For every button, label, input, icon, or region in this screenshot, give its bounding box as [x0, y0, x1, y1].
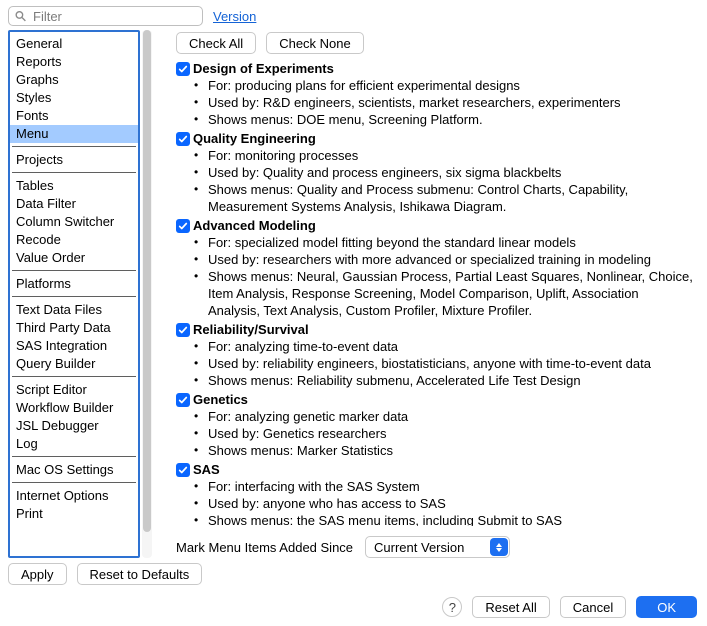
category-header: Genetics	[170, 391, 693, 407]
category: GeneticsFor: analyzing genetic marker da…	[170, 391, 693, 459]
category-checkbox[interactable]	[176, 62, 190, 76]
mark-label: Mark Menu Items Added Since	[176, 540, 353, 555]
mark-version-value: Current Version	[374, 540, 464, 555]
check-all-button[interactable]: Check All	[176, 32, 256, 54]
sidebar-item-reports[interactable]: Reports	[10, 53, 138, 71]
categories-pane: Design of ExperimentsFor: producing plan…	[170, 60, 699, 526]
category-bullets: For: monitoring processesUsed by: Qualit…	[170, 147, 693, 215]
sidebar-item-projects[interactable]: Projects	[10, 151, 138, 169]
sidebar-item-log[interactable]: Log	[10, 435, 138, 453]
category-bullet: Shows menus: the SAS menu items, includi…	[194, 512, 693, 526]
category-bullet: For: monitoring processes	[194, 147, 693, 164]
category-bullet: For: specialized model fitting beyond th…	[194, 234, 693, 251]
help-button[interactable]: ?	[442, 597, 462, 617]
sidebar-item-data-filter[interactable]: Data Filter	[10, 195, 138, 213]
category-bullet: Used by: anyone who has access to SAS	[194, 495, 693, 512]
select-stepper-icon	[490, 538, 508, 556]
sidebar-item-internet-options[interactable]: Internet Options	[10, 487, 138, 505]
category: Design of ExperimentsFor: producing plan…	[170, 60, 693, 128]
category-title: Genetics	[193, 392, 248, 407]
category-bullets: For: interfacing with the SAS SystemUsed…	[170, 478, 693, 526]
sidebar-item-fonts[interactable]: Fonts	[10, 107, 138, 125]
cancel-button[interactable]: Cancel	[560, 596, 626, 618]
category-header: Advanced Modeling	[170, 217, 693, 233]
sidebar-item-value-order[interactable]: Value Order	[10, 249, 138, 267]
sidebar-item-column-switcher[interactable]: Column Switcher	[10, 213, 138, 231]
category-checkbox[interactable]	[176, 393, 190, 407]
apply-button[interactable]: Apply	[8, 563, 67, 585]
category: Advanced ModelingFor: specialized model …	[170, 217, 693, 319]
category-bullet: Shows menus: Marker Statistics	[194, 442, 693, 459]
sidebar-item-query-builder[interactable]: Query Builder	[10, 355, 138, 373]
category-bullet: For: producing plans for efficient exper…	[194, 77, 693, 94]
search-icon	[14, 10, 27, 23]
category-bullet: Shows menus: Neural, Gaussian Process, P…	[194, 268, 693, 319]
category: Reliability/SurvivalFor: analyzing time-…	[170, 321, 693, 389]
category: SASFor: interfacing with the SAS SystemU…	[170, 461, 693, 526]
sidebar-item-print[interactable]: Print	[10, 505, 138, 523]
sidebar-divider	[12, 172, 136, 173]
sidebar-divider	[12, 270, 136, 271]
category-bullet: Used by: researchers with more advanced …	[194, 251, 693, 268]
sidebar-item-third-party-data[interactable]: Third Party Data	[10, 319, 138, 337]
category-checkbox[interactable]	[176, 463, 190, 477]
category-header: Reliability/Survival	[170, 321, 693, 337]
sidebar-item-workflow-builder[interactable]: Workflow Builder	[10, 399, 138, 417]
sidebar-divider	[12, 376, 136, 377]
category-header: Design of Experiments	[170, 60, 693, 76]
category-title: Design of Experiments	[193, 61, 334, 76]
sidebar-item-text-data-files[interactable]: Text Data Files	[10, 301, 138, 319]
sidebar-scrollbar[interactable]	[142, 30, 152, 558]
category-bullets: For: specialized model fitting beyond th…	[170, 234, 693, 319]
category-bullets: For: analyzing time-to-event dataUsed by…	[170, 338, 693, 389]
category-bullet: Shows menus: DOE menu, Screening Platfor…	[194, 111, 693, 128]
category-title: Quality Engineering	[193, 131, 316, 146]
ok-button[interactable]: OK	[636, 596, 697, 618]
category-bullet: Used by: Genetics researchers	[194, 425, 693, 442]
sidebar-divider	[12, 146, 136, 147]
category: Quality EngineeringFor: monitoring proce…	[170, 130, 693, 215]
category-bullets: For: analyzing genetic marker dataUsed b…	[170, 408, 693, 459]
version-link[interactable]: Version	[213, 9, 256, 24]
sidebar-item-graphs[interactable]: Graphs	[10, 71, 138, 89]
category-title: SAS	[193, 462, 220, 477]
category-checkbox[interactable]	[176, 132, 190, 146]
category-bullet: For: interfacing with the SAS System	[194, 478, 693, 495]
sidebar-item-sas-integration[interactable]: SAS Integration	[10, 337, 138, 355]
category-checkbox[interactable]	[176, 219, 190, 233]
check-none-button[interactable]: Check None	[266, 32, 364, 54]
category-title: Advanced Modeling	[193, 218, 316, 233]
mark-version-select[interactable]: Current Version	[365, 536, 510, 558]
sidebar-item-platforms[interactable]: Platforms	[10, 275, 138, 293]
category-bullet: For: analyzing genetic marker data	[194, 408, 693, 425]
sidebar-item-tables[interactable]: Tables	[10, 177, 138, 195]
reset-to-defaults-button[interactable]: Reset to Defaults	[77, 563, 203, 585]
sidebar-item-recode[interactable]: Recode	[10, 231, 138, 249]
category-bullet: Used by: Quality and process engineers, …	[194, 164, 693, 181]
category-bullet: Shows menus: Quality and Process submenu…	[194, 181, 693, 215]
sidebar[interactable]: GeneralReportsGraphsStylesFontsMenu Proje…	[8, 30, 140, 558]
sidebar-divider	[12, 456, 136, 457]
sidebar-item-styles[interactable]: Styles	[10, 89, 138, 107]
sidebar-item-mac-os-settings[interactable]: Mac OS Settings	[10, 461, 138, 479]
sidebar-item-general[interactable]: General	[10, 35, 138, 53]
search-input[interactable]	[8, 6, 203, 26]
category-bullet: Used by: R&D engineers, scientists, mark…	[194, 94, 693, 111]
sidebar-item-menu[interactable]: Menu	[10, 125, 138, 143]
reset-all-button[interactable]: Reset All	[472, 596, 549, 618]
search-input-wrap	[8, 6, 203, 26]
category-bullet: Used by: reliability engineers, biostati…	[194, 355, 693, 372]
category-bullets: For: producing plans for efficient exper…	[170, 77, 693, 128]
category-header: SAS	[170, 461, 693, 477]
category-bullet: For: analyzing time-to-event data	[194, 338, 693, 355]
sidebar-divider	[12, 482, 136, 483]
category-title: Reliability/Survival	[193, 322, 309, 337]
sidebar-item-script-editor[interactable]: Script Editor	[10, 381, 138, 399]
sidebar-divider	[12, 296, 136, 297]
sidebar-item-jsl-debugger[interactable]: JSL Debugger	[10, 417, 138, 435]
sidebar-scrollbar-thumb[interactable]	[143, 30, 151, 532]
category-bullet: Shows menus: Reliability submenu, Accele…	[194, 372, 693, 389]
category-checkbox[interactable]	[176, 323, 190, 337]
category-header: Quality Engineering	[170, 130, 693, 146]
